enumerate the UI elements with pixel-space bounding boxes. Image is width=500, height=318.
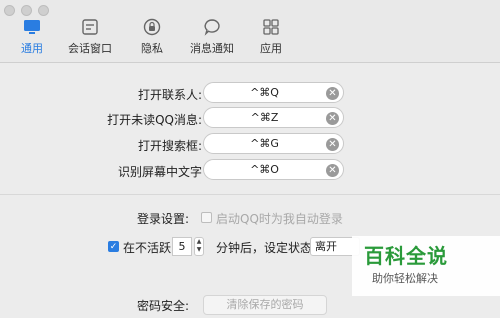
login-settings-row: 登录设置: 启动QQ时为我自动登录 [0, 208, 500, 228]
password-security-label: 密码安全: [136, 299, 189, 313]
tab-privacy-label: 隐私 [141, 42, 163, 55]
minimize-window-button[interactable] [21, 5, 32, 16]
clear-saved-password-button[interactable]: 清除保存的密码 [203, 295, 327, 315]
tab-chat-window[interactable]: 会话窗口 [58, 18, 122, 58]
tab-general[interactable]: 通用 [0, 18, 64, 58]
apps-grid-icon [263, 19, 279, 35]
minutes-stepper[interactable]: ▲ ▼ [194, 237, 204, 256]
auto-login-label: 启动QQ时为我自动登录 [216, 212, 343, 226]
tab-notifications-label: 消息通知 [190, 42, 234, 55]
monitor-icon [24, 20, 40, 34]
tab-privacy[interactable]: 隐私 [120, 18, 184, 58]
watermark-title: 百科全说 [364, 244, 448, 268]
idle-checkbox[interactable]: ✓ [108, 241, 119, 252]
preference-tabs: 通用 会话窗口 隐私 消息通知 应用 [0, 18, 300, 60]
window-controls [4, 5, 49, 16]
clear-icon[interactable]: ✕ [326, 87, 339, 100]
shortcut-value: ^⌘O [250, 163, 279, 176]
lock-icon [143, 18, 161, 36]
password-security-row: 密码安全: 清除保存的密码 [0, 294, 500, 318]
shortcut-field[interactable]: ^⌘Z ✕ [203, 107, 344, 128]
login-settings-label: 登录设置: [136, 212, 189, 226]
tab-apps-label: 应用 [260, 42, 282, 55]
shortcut-label: 打开搜索框: [137, 139, 202, 153]
shortcut-field[interactable]: ^⌘O ✕ [203, 159, 344, 180]
tab-chat-window-label: 会话窗口 [68, 42, 112, 55]
section-divider [0, 194, 500, 195]
shortcut-row-search: 打开搜索框: ^⌘G ✕ [0, 133, 500, 157]
shortcut-row-ocr: 识别屏幕中文字 ^⌘O ✕ [0, 159, 500, 183]
watermark: 百科全说 助你轻松解决 [352, 236, 500, 296]
shortcut-row-contacts: 打开联系人: ^⌘Q ✕ [0, 82, 500, 106]
zoom-window-button[interactable] [38, 5, 49, 16]
clear-icon[interactable]: ✕ [326, 112, 339, 125]
idle-minutes-input[interactable]: 5 [172, 237, 192, 256]
preferences-toolbar: 通用 会话窗口 隐私 消息通知 应用 [0, 0, 500, 63]
shortcut-label: 打开未读QQ消息: [107, 113, 202, 127]
tab-general-label: 通用 [21, 42, 43, 55]
idle-prefix-label: 在不活跃 [123, 241, 172, 255]
shortcut-label: 识别屏幕中文字 [117, 165, 202, 179]
shortcut-label: 打开联系人: [137, 88, 202, 102]
watermark-subtitle: 助你轻松解决 [372, 272, 438, 285]
tab-notifications[interactable]: 消息通知 [180, 18, 244, 58]
clear-icon[interactable]: ✕ [326, 138, 339, 151]
clear-icon[interactable]: ✕ [326, 164, 339, 177]
idle-suffix-label: 分钟后，设定状态 [216, 241, 313, 255]
speech-bubble-icon [204, 19, 220, 36]
shortcut-value: ^⌘Q [250, 86, 279, 99]
shortcut-value: ^⌘G [250, 137, 279, 150]
shortcut-field[interactable]: ^⌘G ✕ [203, 133, 344, 154]
shortcut-field[interactable]: ^⌘Q ✕ [203, 82, 344, 103]
close-window-button[interactable] [4, 5, 15, 16]
auto-login-checkbox[interactable] [201, 212, 212, 223]
tab-apps[interactable]: 应用 [239, 18, 303, 58]
shortcut-row-unread: 打开未读QQ消息: ^⌘Z ✕ [0, 107, 500, 131]
chat-window-icon [82, 19, 98, 35]
shortcut-value: ^⌘Z [250, 111, 279, 124]
preferences-window: 通用 会话窗口 隐私 消息通知 应用 打开联系人: ^⌘Q ✕ 打开未读QQ消息… [0, 0, 500, 317]
